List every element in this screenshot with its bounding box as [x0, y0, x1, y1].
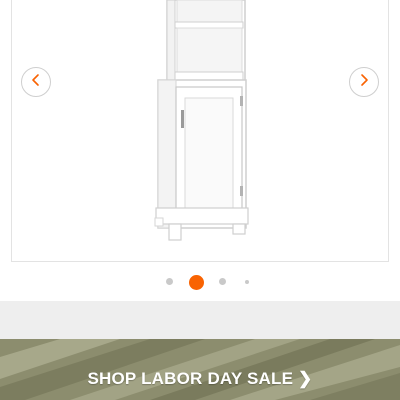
shop-sale-link[interactable]: SHOP LABOR DAY SALE ❯ — [0, 369, 400, 389]
product-image[interactable] — [0, 0, 400, 262]
next-image-button[interactable] — [349, 67, 379, 97]
carousel-dot-active[interactable] — [189, 275, 204, 290]
carousel-dot[interactable] — [166, 278, 173, 285]
chevron-left-icon — [30, 73, 42, 92]
carousel-dot[interactable] — [245, 280, 249, 284]
carousel-pagination — [0, 272, 400, 292]
chevron-right-icon — [358, 73, 370, 92]
carousel-dot[interactable] — [219, 278, 226, 285]
previous-image-button[interactable] — [21, 67, 51, 97]
section-divider — [0, 301, 400, 339]
